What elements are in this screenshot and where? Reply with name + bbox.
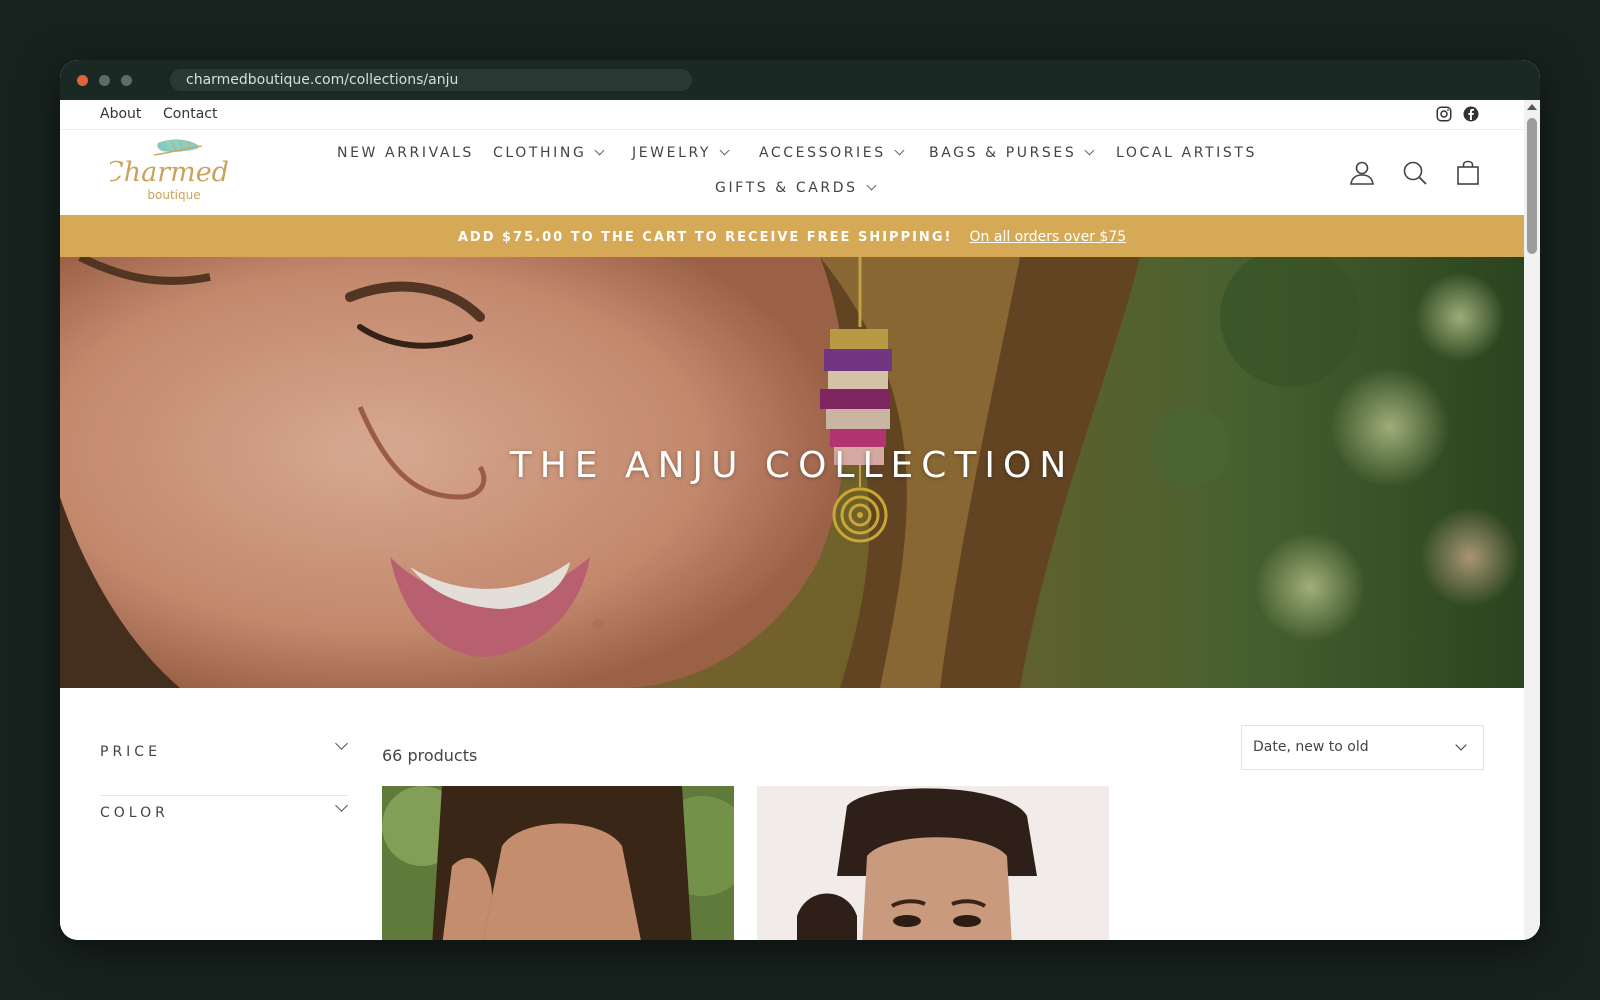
logo-sub-text: boutique (147, 188, 200, 202)
nav-local-artists-label: LOCAL ARTISTS (1116, 145, 1258, 161)
collection-title: THE ANJU COLLECTION (509, 445, 1075, 486)
chevron-down-icon (866, 180, 877, 191)
chevron-down-icon (1455, 739, 1467, 751)
sort-selected-value: Date, new to old (1253, 739, 1369, 755)
chevron-down-icon[interactable] (335, 737, 348, 750)
contact-link[interactable]: Contact (163, 106, 217, 122)
free-shipping-banner: ADD $75.00 TO THE CART TO RECEIVE FREE S… (60, 215, 1524, 257)
product-image (757, 786, 1109, 940)
filter-color[interactable]: COLOR (100, 805, 169, 821)
nav-new-arrivals-label: NEW ARRIVALS (337, 145, 474, 161)
nav-jewelry[interactable]: JEWELRY (632, 145, 730, 161)
filter-price[interactable]: PRICE (100, 744, 161, 760)
nav-jewelry-label: JEWELRY (632, 145, 712, 161)
instagram-icon[interactable] (1435, 105, 1453, 123)
product-count: 66 products (382, 746, 478, 765)
chevron-down-icon (1084, 145, 1095, 156)
chevron-down-icon[interactable] (335, 799, 348, 812)
filter-divider (100, 795, 348, 796)
close-window-button[interactable] (77, 75, 88, 86)
chevron-down-icon (719, 145, 730, 156)
account-icon[interactable] (1348, 159, 1376, 187)
chevron-down-icon (894, 145, 905, 156)
nav-local-artists[interactable]: LOCAL ARTISTS (1116, 145, 1257, 161)
product-image (382, 786, 734, 940)
free-shipping-link[interactable]: On all orders over $75 (970, 229, 1127, 245)
chevron-down-icon (594, 145, 605, 156)
product-card[interactable] (382, 786, 734, 940)
logo-main-text: Charmed (110, 157, 228, 188)
search-icon[interactable] (1401, 159, 1429, 187)
browser-window: charmedboutique.com/collections/anju Abo… (60, 60, 1540, 940)
nav-bags-purses[interactable]: BAGS & PURSES (929, 145, 1095, 161)
cart-icon[interactable] (1454, 159, 1482, 187)
charmed-boutique-logo[interactable]: Charmed boutique (110, 137, 228, 209)
nav-new-arrivals[interactable]: NEW ARRIVALS (337, 145, 474, 161)
nav-bags-purses-label: BAGS & PURSES (929, 145, 1077, 161)
minimize-window-button[interactable] (99, 75, 110, 86)
browser-titlebar: charmedboutique.com/collections/anju (60, 60, 1540, 100)
scrollbar-thumb[interactable] (1527, 118, 1537, 254)
site-header: Charmed boutique NEW ARRIVALS CLOTHING J… (60, 131, 1524, 215)
page-scrollbar[interactable] (1524, 100, 1540, 940)
product-card[interactable] (757, 786, 1109, 940)
nav-clothing-label: CLOTHING (493, 145, 587, 161)
sort-select[interactable]: Date, new to old (1241, 725, 1484, 770)
nav-gifts-cards-label: GIFTS & CARDS (715, 180, 858, 196)
scroll-up-icon[interactable] (1527, 104, 1537, 110)
about-link[interactable]: About (100, 106, 141, 122)
address-bar[interactable]: charmedboutique.com/collections/anju (170, 69, 692, 91)
page-viewport: About Contact Charmed boutique NEW ARRIV… (60, 100, 1540, 940)
free-shipping-message: ADD $75.00 TO THE CART TO RECEIVE FREE S… (457, 230, 953, 245)
nav-gifts-cards[interactable]: GIFTS & CARDS (715, 180, 877, 196)
nav-accessories-label: ACCESSORIES (759, 145, 886, 161)
nav-clothing[interactable]: CLOTHING (493, 145, 605, 161)
utility-bar: About Contact (60, 100, 1524, 130)
collection-hero: THE ANJU COLLECTION (60, 257, 1524, 688)
facebook-icon[interactable] (1462, 105, 1480, 123)
maximize-window-button[interactable] (121, 75, 132, 86)
nav-accessories[interactable]: ACCESSORIES (759, 145, 905, 161)
